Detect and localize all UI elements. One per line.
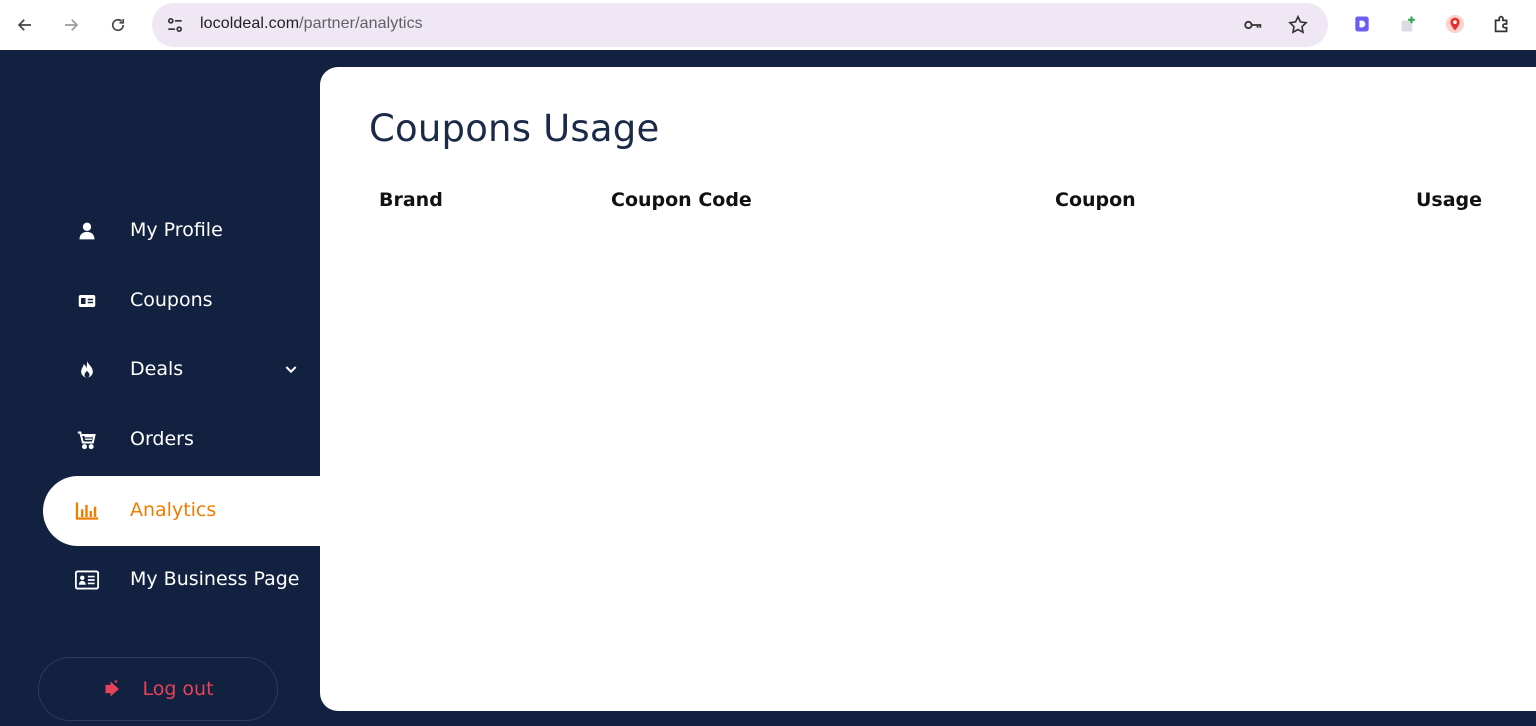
url-path: /partner/analytics [299,15,423,32]
address-bar[interactable]: locoldeal.com/partner/analytics [152,3,1328,47]
table-header-coupon: Coupon [1055,189,1136,211]
sidebar-item-label: Analytics [130,499,217,521]
sidebar-item-label: Deals [130,358,184,380]
forward-button[interactable] [57,11,85,39]
extension-d-icon[interactable] [1351,13,1373,35]
extension-location-icon[interactable] [1444,13,1466,35]
site-info-icon[interactable] [164,14,186,36]
table-header-coupon-code: Coupon Code [611,189,752,211]
browser-toolbar: locoldeal.com/partner/analytics [0,0,1536,50]
bar-chart-icon [75,500,99,522]
sidebar-item-analytics[interactable]: Analytics [43,476,320,546]
arrow-left-icon [17,19,31,31]
user-icon [75,220,99,242]
back-button[interactable] [11,11,39,39]
page-title: Coupons Usage [369,107,660,150]
extensions-puzzle-icon[interactable] [1491,13,1513,35]
url-text[interactable]: locoldeal.com/partner/analytics [200,15,423,33]
password-key-icon[interactable] [1242,14,1264,36]
sidebar: My Profile Coupons Deals Orders Analytic… [0,50,320,726]
reload-button[interactable] [104,11,132,39]
sidebar-item-label: My Business Page [130,568,300,590]
sidebar-item-label: Orders [130,428,194,450]
sidebar-item-my-business-page[interactable]: My Business Page [43,545,320,615]
chevron-down-icon[interactable] [283,361,299,377]
sidebar-item-orders[interactable]: Orders [43,405,320,475]
sidebar-item-label: My Profile [130,219,223,241]
fire-icon [75,359,99,381]
extension-plus-icon[interactable] [1398,13,1420,35]
sidebar-item-deals[interactable]: Deals [43,335,320,405]
table-header-usage: Usage [1416,189,1483,211]
main-panel: Coupons Usage Brand Coupon Code Coupon U… [320,67,1536,711]
sidebar-item-label: Coupons [130,289,213,311]
bookmark-star-icon[interactable] [1287,14,1309,36]
coupon-card-icon [75,290,99,312]
cart-icon [75,429,99,451]
arrow-right-icon [65,19,79,31]
sidebar-item-coupons[interactable]: Coupons [43,266,320,336]
logout-label: Log out [142,678,214,700]
reload-icon [111,18,125,32]
sidebar-item-my-profile[interactable]: My Profile [43,196,320,266]
logout-icon [102,678,124,700]
id-card-icon [75,569,99,591]
url-host: locoldeal.com [200,15,300,32]
table-header-brand: Brand [379,189,443,211]
logout-button[interactable]: Log out [38,657,278,721]
